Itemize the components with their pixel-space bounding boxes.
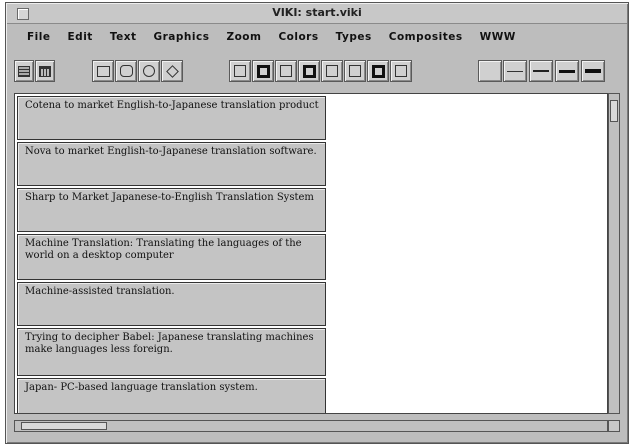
menu-www[interactable]: WWW: [480, 31, 516, 43]
resize-corner[interactable]: [608, 420, 620, 432]
list-tool-button[interactable]: [14, 60, 34, 82]
border-style-3-button[interactable]: [275, 60, 297, 82]
diamond-icon: [165, 64, 179, 78]
toolbar: [14, 60, 620, 84]
node-item[interactable]: Japan- PC-based language translation sys…: [17, 378, 326, 413]
menu-bar: File Edit Text Graphics Zoom Colors Type…: [7, 25, 627, 49]
line-none-button[interactable]: [478, 60, 502, 82]
menu-composites[interactable]: Composites: [389, 31, 463, 43]
rectangle-tool-button[interactable]: [92, 60, 114, 82]
rectangle-icon: [96, 65, 110, 77]
thin-square-icon: [326, 65, 338, 77]
thin-square-icon: [395, 65, 407, 77]
vertical-scrollbar[interactable]: [608, 93, 620, 414]
thick-square-icon: [302, 64, 316, 78]
document-icon: [39, 65, 51, 77]
menu-graphics[interactable]: Graphics: [154, 31, 210, 43]
border-style-4-button[interactable]: [298, 60, 320, 82]
thick-line-icon: [559, 69, 575, 73]
node-item[interactable]: Cotena to market English-to-Japanese tra…: [17, 96, 326, 140]
diamond-tool-button[interactable]: [161, 60, 183, 82]
menu-edit[interactable]: Edit: [68, 31, 93, 43]
thick-square-icon: [371, 64, 385, 78]
thick-square-icon: [256, 64, 270, 78]
menu-types[interactable]: Types: [336, 31, 372, 43]
border-style-5-button[interactable]: [321, 60, 343, 82]
border-style-7-button[interactable]: [367, 60, 389, 82]
window-title: VIKI: start.viki: [272, 6, 362, 19]
document-tool-button[interactable]: [35, 60, 55, 82]
circle-icon: [143, 65, 155, 77]
canvas-area[interactable]: Cotena to market English-to-Japanese tra…: [14, 93, 608, 414]
medium-line-icon: [533, 70, 549, 72]
rounded-rectangle-tool-button[interactable]: [115, 60, 137, 82]
line-thick-button[interactable]: [555, 60, 579, 82]
thickest-line-icon: [585, 69, 601, 73]
circle-tool-button[interactable]: [138, 60, 160, 82]
rounded-rectangle-icon: [119, 65, 133, 77]
horizontal-scrollbar[interactable]: [14, 420, 608, 432]
horizontal-scroll-thumb[interactable]: [21, 422, 107, 430]
node-item[interactable]: Sharp to Market Japanese-to-English Tran…: [17, 188, 326, 232]
border-style-8-button[interactable]: [390, 60, 412, 82]
menu-file[interactable]: File: [27, 31, 51, 43]
thin-square-icon: [234, 65, 246, 77]
thin-square-icon: [349, 65, 361, 77]
vertical-scroll-thumb[interactable]: [610, 100, 618, 122]
menu-zoom[interactable]: Zoom: [226, 31, 261, 43]
thin-line-icon: [507, 70, 523, 72]
line-thin-button[interactable]: [503, 60, 527, 82]
line-medium-button[interactable]: [529, 60, 553, 82]
line-thickest-button[interactable]: [581, 60, 605, 82]
node-item[interactable]: Machine-assisted translation.: [17, 282, 326, 326]
node-item[interactable]: Machine Translation: Translating the lan…: [17, 234, 326, 280]
thin-square-icon: [280, 65, 292, 77]
menu-colors[interactable]: Colors: [278, 31, 318, 43]
border-style-1-button[interactable]: [229, 60, 251, 82]
list-icon: [18, 65, 30, 77]
border-style-6-button[interactable]: [344, 60, 366, 82]
border-style-2-button[interactable]: [252, 60, 274, 82]
node-item[interactable]: Nova to market English-to-Japanese trans…: [17, 142, 326, 186]
node-item[interactable]: Trying to decipher Babel: Japanese trans…: [17, 328, 326, 376]
title-bar[interactable]: VIKI: start.viki: [7, 4, 627, 24]
menu-text[interactable]: Text: [110, 31, 137, 43]
